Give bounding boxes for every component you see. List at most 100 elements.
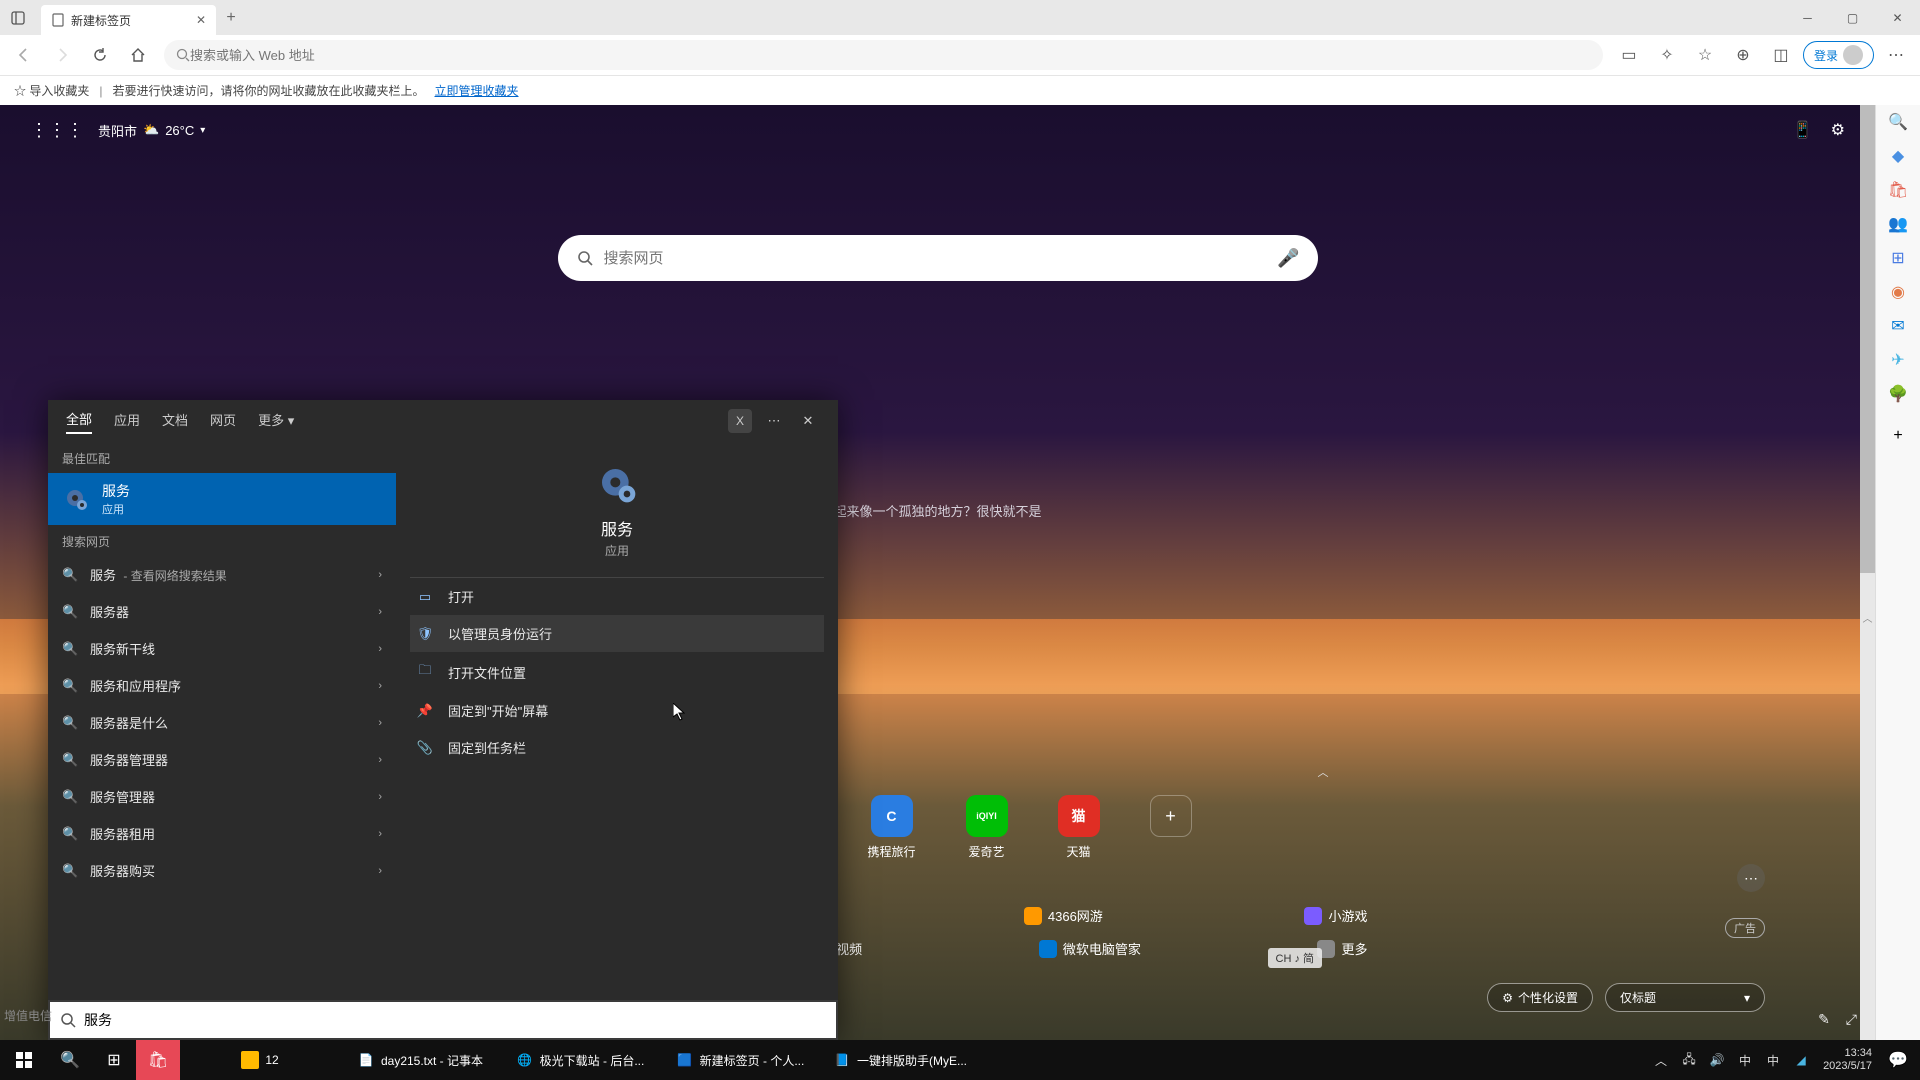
result-row[interactable]: 🔍服务器管理器› <box>48 741 396 778</box>
result-row[interactable]: 🔍服务器购买› <box>48 852 396 889</box>
tab-close-icon[interactable]: ✕ <box>196 13 206 27</box>
link-more[interactable]: 更多 <box>1317 939 1367 958</box>
taskbar-app-notepad[interactable]: 📄day215.txt - 记事本 <box>340 1040 500 1080</box>
x-badge[interactable]: X <box>728 409 752 433</box>
task-view-button[interactable]: ⊞ <box>92 1040 136 1080</box>
sidebar-games-icon[interactable]: 👥 <box>1887 213 1909 235</box>
home-button[interactable] <box>122 39 154 71</box>
mobile-icon[interactable]: 📱 <box>1793 120 1813 140</box>
result-row[interactable]: 🔍服务和应用程序› <box>48 667 396 704</box>
action-pin-start[interactable]: 📌固定到"开始"屏幕 <box>410 692 824 729</box>
start-search-input[interactable] <box>84 1012 826 1028</box>
collections-icon[interactable]: ⊕ <box>1727 39 1759 71</box>
sidebar-office-icon[interactable]: ◉ <box>1887 281 1909 303</box>
result-row[interactable]: 🔍服务器租用› <box>48 815 396 852</box>
action-pin-taskbar[interactable]: 📎固定到任务栏 <box>410 729 824 766</box>
login-button[interactable]: 登录 <box>1803 41 1874 69</box>
minimize-button[interactable]: ─ <box>1785 0 1830 35</box>
taskbar-app-explorer[interactable]: 12 <box>180 1040 340 1080</box>
tile-iqiyi[interactable]: iQIYI爱奇艺 <box>966 795 1008 860</box>
import-favorites[interactable]: ☆ 导入收藏夹 <box>14 82 89 99</box>
close-button[interactable]: ✕ <box>1875 0 1920 35</box>
start-button[interactable] <box>0 1040 48 1080</box>
sidebar-search-icon[interactable]: 🔍 <box>1887 111 1909 133</box>
maximize-button[interactable]: ▢ <box>1830 0 1875 35</box>
expand-icon[interactable]: ⤢ <box>1846 1011 1857 1028</box>
tab-actions-icon[interactable] <box>0 0 35 35</box>
taskbar-app-chrome[interactable]: 🌐极光下载站 - 后台... <box>500 1040 660 1080</box>
folder-icon: 🗀 <box>416 661 434 683</box>
layout-select[interactable]: 仅标题▾ <box>1605 983 1765 1012</box>
action-open-location[interactable]: 🗀打开文件位置 <box>410 652 824 692</box>
edit-background-icon[interactable]: ✎ <box>1818 1011 1830 1028</box>
tile-ctrip[interactable]: C携程旅行 <box>867 795 915 860</box>
start-search-box[interactable] <box>48 1000 838 1040</box>
sidebar-outlook-icon[interactable]: ✉ <box>1887 315 1909 337</box>
link-4366[interactable]: 4366网游 <box>1024 906 1103 925</box>
back-button[interactable] <box>8 39 40 71</box>
action-center-icon[interactable]: 💬 <box>1882 1050 1914 1070</box>
tile-tmall[interactable]: 猫天猫 <box>1058 795 1100 860</box>
tab-all[interactable]: 全部 <box>66 409 92 434</box>
ime-indicator-2[interactable]: 中 <box>1761 1040 1785 1080</box>
microphone-icon[interactable]: 🎤 <box>1277 248 1299 269</box>
tab-web[interactable]: 网页 <box>210 410 236 433</box>
result-row[interactable]: 🔍服务管理器› <box>48 778 396 815</box>
search-options-icon[interactable]: ⋯ <box>762 409 786 433</box>
tray-volume-icon[interactable]: 🔊 <box>1705 1040 1729 1080</box>
page-scrollbar[interactable]: ︿ <box>1860 105 1875 1040</box>
admin-icon: 🛡 <box>416 626 434 642</box>
menu-icon[interactable]: ⋯ <box>1880 39 1912 71</box>
result-row[interactable]: 🔍服务器› <box>48 593 396 630</box>
browser-tab[interactable]: 新建标签页 ✕ <box>41 5 216 35</box>
search-filter-tabs: 全部 应用 文档 网页 更多 ▾ X ⋯ ✕ <box>48 400 838 442</box>
tray-network-icon[interactable]: 🖧 <box>1677 1040 1701 1080</box>
tab-documents[interactable]: 文档 <box>162 410 188 433</box>
taskbar-app-edge[interactable]: 🟦新建标签页 - 个人... <box>660 1040 820 1080</box>
personalize-button[interactable]: ⚙ 个性化设置 <box>1487 983 1593 1012</box>
link-minigames[interactable]: 小游戏 <box>1304 906 1367 925</box>
sidebar-discover-icon[interactable]: ◆ <box>1887 145 1909 167</box>
sidebar-add-icon[interactable]: + <box>1887 425 1909 447</box>
scroll-thumb[interactable] <box>1860 105 1875 573</box>
ntp-search-input[interactable] <box>604 250 1268 267</box>
sidebar-drop-icon[interactable]: ✈ <box>1887 349 1909 371</box>
app-launcher-icon[interactable]: ⋮⋮⋮ <box>30 120 84 141</box>
ime-indicator-1[interactable]: 中 <box>1733 1040 1757 1080</box>
new-tab-button[interactable]: + <box>216 9 246 27</box>
scroll-arrow[interactable]: ︿ <box>1860 610 1875 625</box>
manage-favorites-link[interactable]: 立即管理收藏夹 <box>435 82 519 99</box>
more-links-icon[interactable]: ⋯ <box>1737 864 1765 892</box>
tab-apps[interactable]: 应用 <box>114 410 140 433</box>
split-screen-icon[interactable]: ◫ <box>1765 39 1797 71</box>
read-aloud-icon[interactable]: ▭ <box>1613 39 1645 71</box>
tray-expand-icon[interactable]: ︿ <box>1649 1040 1673 1080</box>
best-match-item[interactable]: 服务 应用 <box>48 473 396 525</box>
taskbar-app-store[interactable]: 🛍 <box>136 1040 180 1080</box>
action-run-as-admin[interactable]: 🛡以管理员身份运行 <box>410 615 824 652</box>
close-search-icon[interactable]: ✕ <box>796 409 820 433</box>
ntp-search-box[interactable]: 🎤 <box>558 235 1318 281</box>
link-ms-pc-manager[interactable]: 微软电脑管家 <box>1039 939 1141 958</box>
result-row[interactable]: 🔍服务器是什么› <box>48 704 396 741</box>
weather-widget[interactable]: 贵阳市 ⛅ 26°C ▾ <box>98 121 205 140</box>
taskbar-clock[interactable]: 13:34 2023/5/17 <box>1817 1047 1878 1073</box>
address-bar[interactable] <box>164 40 1603 70</box>
tray-app-icon[interactable]: ◢ <box>1789 1040 1813 1080</box>
collapse-icon[interactable]: ︿ <box>1318 764 1329 780</box>
address-input[interactable] <box>190 48 1591 63</box>
favorites-icon[interactable]: ☆ <box>1689 39 1721 71</box>
sidebar-tree-icon[interactable]: 🌳 <box>1887 383 1909 405</box>
add-tile-button[interactable]: + <box>1150 795 1192 860</box>
tab-more[interactable]: 更多 ▾ <box>258 410 294 433</box>
sidebar-tools-icon[interactable]: ⊞ <box>1887 247 1909 269</box>
gear-icon[interactable]: ⚙ <box>1831 120 1845 140</box>
action-open[interactable]: ▭打开 <box>410 578 824 615</box>
result-row[interactable]: 🔍服务新干线› <box>48 630 396 667</box>
taskbar-search-button[interactable]: 🔍 <box>48 1040 92 1080</box>
taskbar-app-typeset[interactable]: 📘一键排版助手(MyE... <box>820 1040 980 1080</box>
shopping-icon[interactable]: ✧ <box>1651 39 1683 71</box>
result-row[interactable]: 🔍服务 - 查看网络搜索结果› <box>48 556 396 593</box>
refresh-button[interactable] <box>84 39 116 71</box>
sidebar-shopping-icon[interactable]: 🛍 <box>1887 179 1909 201</box>
